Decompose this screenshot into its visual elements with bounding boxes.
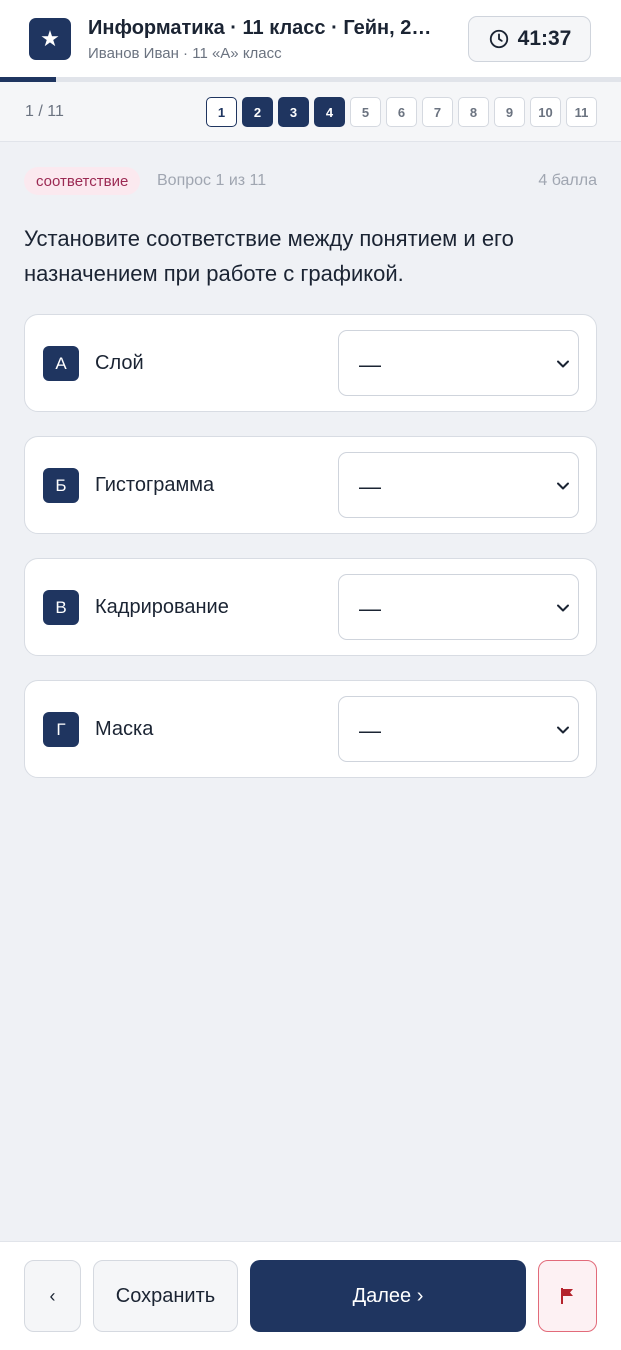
star-icon: ★ [29, 18, 71, 60]
item-letter-badge: Г [43, 712, 79, 747]
select-value: — [359, 718, 381, 743]
question-type-badge: соответствие [24, 167, 141, 195]
match-select[interactable]: — [338, 696, 579, 762]
chevron-down-icon [557, 482, 569, 490]
item-term: Маска [95, 718, 154, 740]
student-info: Иванов Иван · 11 «А» класс [88, 45, 282, 62]
timer: 41:37 [468, 16, 591, 62]
item-letter-badge: Б [43, 468, 79, 503]
chevron-down-icon [557, 604, 569, 612]
next-button[interactable]: Далее › [250, 1260, 526, 1332]
timer-value: 41:37 [517, 27, 572, 50]
question-number-list: 1 2 3 4 5 6 7 8 9 10 11 [206, 97, 597, 127]
match-select[interactable]: — [338, 574, 579, 640]
item-letter-badge: В [43, 590, 79, 625]
question-number-button[interactable]: 9 [494, 97, 525, 127]
question-number-button[interactable]: 6 [386, 97, 417, 127]
question-number-button[interactable]: 8 [458, 97, 489, 127]
question-number-button[interactable]: 5 [350, 97, 381, 127]
question-number-button[interactable]: 2 [242, 97, 273, 127]
item-term: Кадрирование [95, 596, 229, 618]
save-button[interactable]: Сохранить [93, 1260, 238, 1332]
question-number-button[interactable]: 4 [314, 97, 345, 127]
match-row: В Кадрирование — [24, 558, 597, 656]
match-select[interactable]: — [338, 452, 579, 518]
chevron-down-icon [557, 726, 569, 734]
select-value: — [359, 352, 381, 377]
match-row: Г Маска — [24, 680, 597, 778]
flag-icon [560, 1288, 573, 1304]
item-term: Слой [95, 352, 144, 374]
question-counter: 1 / 11 [25, 103, 64, 120]
question-index-label: Вопрос 1 из 11 [157, 172, 267, 189]
match-row: А Слой — [24, 314, 597, 412]
select-value: — [359, 596, 381, 621]
item-term: Гистограмма [95, 474, 215, 496]
question-number-button[interactable]: 3 [278, 97, 309, 127]
flag-button[interactable] [538, 1260, 597, 1332]
match-select[interactable]: — [338, 330, 579, 396]
footer-toolbar: ‹ Сохранить Далее › [0, 1241, 621, 1350]
item-letter-badge: А [43, 346, 79, 381]
question-number-button[interactable]: 11 [566, 97, 597, 127]
clock-icon [489, 29, 508, 49]
question-text: Установите соответствие между понятием и… [24, 226, 514, 286]
select-value: — [359, 474, 381, 499]
question-number-button[interactable]: 1 [206, 97, 237, 127]
question-number-button[interactable]: 10 [530, 97, 561, 127]
app-header: ★ Информатика · 11 класс · Гейн, 2025 Ив… [0, 0, 621, 77]
previous-button[interactable]: ‹ [24, 1260, 81, 1332]
test-title: Информатика · 11 класс · Гейн, 2025 [88, 17, 438, 39]
match-row: Б Гистограмма — [24, 436, 597, 534]
chevron-down-icon [557, 360, 569, 368]
question-navigation: 1 / 11 1 2 3 4 5 6 7 8 9 10 11 [0, 82, 621, 142]
question-number-button[interactable]: 7 [422, 97, 453, 127]
question-points: 4 балла [538, 172, 597, 189]
